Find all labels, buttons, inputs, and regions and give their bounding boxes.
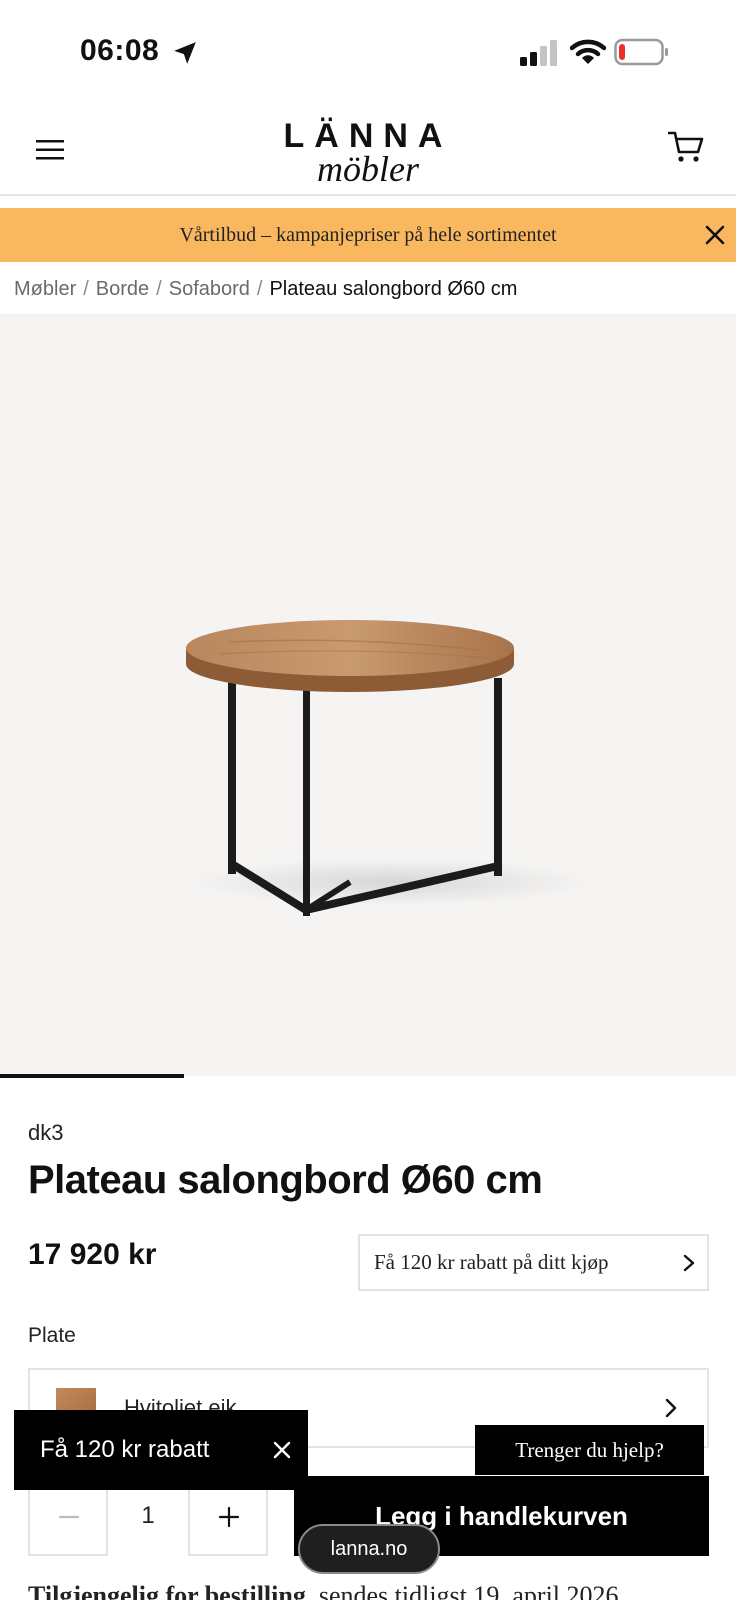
promo-text: Vårtilbud – kampanjepriser på hele sorti…	[179, 224, 557, 246]
toast-text: Få 120 kr rabatt	[40, 1436, 210, 1463]
discount-offer-button[interactable]: Få 120 kr rabatt på ditt kjøp	[358, 1234, 709, 1291]
discount-offer-label: Få 120 kr rabatt på ditt kjøp	[374, 1250, 609, 1274]
status-bar: 06:08	[0, 0, 736, 100]
signal-icon	[520, 40, 557, 66]
site-logo[interactable]: LÄNNA möbler	[248, 118, 488, 188]
browser-url-pill[interactable]: lanna.no	[298, 1524, 440, 1574]
product-price: 17 920 kr	[28, 1238, 157, 1271]
breadcrumb: Møbler / Borde / Sofabord / Plateau salongbord…	[14, 274, 517, 304]
breadcrumb-separator: /	[83, 278, 89, 300]
cart-icon[interactable]	[668, 130, 704, 164]
product-gallery[interactable]	[0, 314, 736, 1076]
breadcrumb-separator: /	[156, 278, 162, 300]
hamburger-menu-icon[interactable]	[36, 138, 64, 162]
availability-text: Tilgjengelig for bestilling, sendes tidl…	[28, 1576, 728, 1600]
site-header: LÄNNA möbler	[0, 100, 736, 196]
product-image	[186, 620, 590, 916]
discount-toast[interactable]: Få 120 kr rabatt	[14, 1410, 308, 1490]
breadcrumb-link[interactable]: Borde	[96, 278, 149, 300]
chevron-right-icon	[683, 1254, 695, 1272]
help-chat-button[interactable]: Trenger du hjelp?	[475, 1425, 704, 1475]
location-arrow-icon	[174, 42, 196, 64]
availability-detail: , sendes tidligst 19. april 2026	[305, 1581, 619, 1600]
gallery-progress-indicator	[0, 1074, 184, 1078]
breadcrumb-separator: /	[256, 278, 263, 300]
minus-icon	[58, 1515, 80, 1519]
product-title: Plateau salongbord Ø60 cm	[28, 1158, 543, 1202]
logo-subtitle: möbler	[317, 149, 419, 189]
option-label: Plate	[28, 1324, 76, 1347]
breadcrumb-link[interactable]: Møbler	[14, 278, 76, 300]
battery-low-icon	[614, 38, 668, 66]
plus-icon	[218, 1506, 240, 1528]
close-icon[interactable]	[704, 224, 726, 246]
breadcrumb-link[interactable]: Sofabord	[169, 278, 250, 300]
status-time: 06:08	[80, 34, 160, 67]
breadcrumb-current: Plateau salongbord Ø60 cm	[269, 278, 518, 300]
chevron-right-icon	[665, 1398, 677, 1418]
product-brand[interactable]: dk3	[28, 1120, 63, 1146]
close-icon[interactable]	[272, 1440, 292, 1460]
wifi-icon	[570, 39, 606, 64]
promo-banner[interactable]: Vårtilbud – kampanjepriser på hele sorti…	[0, 208, 736, 262]
availability-status[interactable]: Tilgjengelig for bestilling	[28, 1581, 306, 1600]
